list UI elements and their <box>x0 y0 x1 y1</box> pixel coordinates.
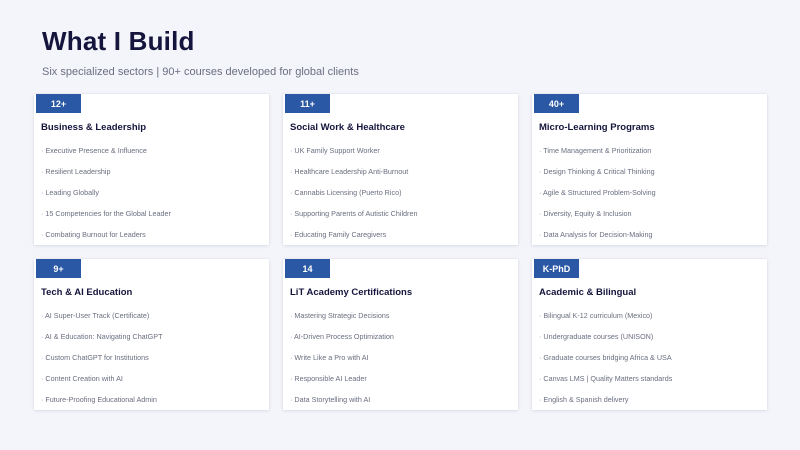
sector-card-micro-learning: 40+ Micro-Learning Programs Time Managem… <box>532 94 767 245</box>
list-item: Resilient Leadership <box>41 167 171 188</box>
list-item: Canvas LMS | Quality Matters standards <box>539 374 672 395</box>
course-count-badge: 12+ <box>36 94 81 113</box>
list-item: Design Thinking & Critical Thinking <box>539 167 656 188</box>
list-item: Graduate courses bridging Africa & USA <box>539 353 672 374</box>
sector-title: Tech & AI Education <box>41 287 133 298</box>
course-count-badge: 40+ <box>534 94 579 113</box>
list-item: Undergraduate courses (UNISON) <box>539 332 672 353</box>
list-item: Combating Burnout for Leaders <box>41 230 171 251</box>
list-item: Data Analysis for Decision-Making <box>539 230 656 251</box>
list-item: Time Management & Prioritization <box>539 146 656 167</box>
list-item: Custom ChatGPT for Institutions <box>41 353 162 374</box>
list-item: AI Super-User Track (Certificate) <box>41 311 162 332</box>
list-item: Bilingual K-12 curriculum (Mexico) <box>539 311 672 332</box>
sector-card-lit-academy: 14 LiT Academy Certifications Mastering … <box>283 259 518 410</box>
sector-card-social-work-healthcare: 11+ Social Work & Healthcare UK Family S… <box>283 94 518 245</box>
list-item: Educating Family Caregivers <box>290 230 417 251</box>
course-list: AI Super-User Track (Certificate) AI & E… <box>41 311 162 416</box>
list-item: Responsible AI Leader <box>290 374 394 395</box>
sector-title: Micro-Learning Programs <box>539 122 655 133</box>
list-item: Content Creation with AI <box>41 374 162 395</box>
sector-card-tech-ai-education: 9+ Tech & AI Education AI Super-User Tra… <box>34 259 269 410</box>
sector-title: LiT Academy Certifications <box>290 287 413 298</box>
list-item: Write Like a Pro with AI <box>290 353 394 374</box>
list-item: Data Storytelling with AI <box>290 395 394 416</box>
page-title: What I Build <box>42 26 195 56</box>
list-item: Diversity, Equity & Inclusion <box>539 209 656 230</box>
list-item: Cannabis Licensing (Puerto Rico) <box>290 188 417 209</box>
page-subtitle: Six specialized sectors | 90+ courses de… <box>42 66 359 78</box>
list-item: Healthcare Leadership Anti-Burnout <box>290 167 417 188</box>
list-item: Agile & Structured Problem-Solving <box>539 188 656 209</box>
sector-grid: 12+ Business & Leadership Executive Pres… <box>34 94 767 410</box>
sector-card-academic-bilingual: K-PhD Academic & Bilingual Bilingual K-1… <box>532 259 767 410</box>
list-item: Supporting Parents of Autistic Children <box>290 209 417 230</box>
course-list: Bilingual K-12 curriculum (Mexico) Under… <box>539 311 672 416</box>
sector-title: Academic & Bilingual <box>539 287 637 298</box>
course-count-badge: K-PhD <box>534 259 579 278</box>
list-item: UK Family Support Worker <box>290 146 417 167</box>
course-count-badge: 9+ <box>36 259 81 278</box>
list-item: 15 Competencies for the Global Leader <box>41 209 170 230</box>
list-item: Future-Proofing Educational Admin <box>41 395 162 416</box>
sector-card-business-leadership: 12+ Business & Leadership Executive Pres… <box>34 94 269 245</box>
course-list: UK Family Support Worker Healthcare Lead… <box>290 146 417 251</box>
list-item: Mastering Strategic Decisions <box>290 311 394 332</box>
course-list: Time Management & Prioritization Design … <box>539 146 656 251</box>
list-item: AI-Driven Process Optimization <box>290 332 394 353</box>
course-list: Executive Presence & Influence Resilient… <box>41 146 171 251</box>
course-count-badge: 11+ <box>285 94 330 113</box>
sector-title: Business & Leadership <box>41 122 147 133</box>
list-item: English & Spanish delivery <box>539 395 672 416</box>
list-item: Executive Presence & Influence <box>41 146 171 167</box>
list-item: Leading Globally <box>41 188 171 209</box>
course-list: Mastering Strategic Decisions AI-Driven … <box>290 311 394 416</box>
list-item: AI & Education: Navigating ChatGPT <box>41 332 162 353</box>
course-count-badge: 14 <box>285 259 330 278</box>
sector-title: Social Work & Healthcare <box>290 122 405 133</box>
